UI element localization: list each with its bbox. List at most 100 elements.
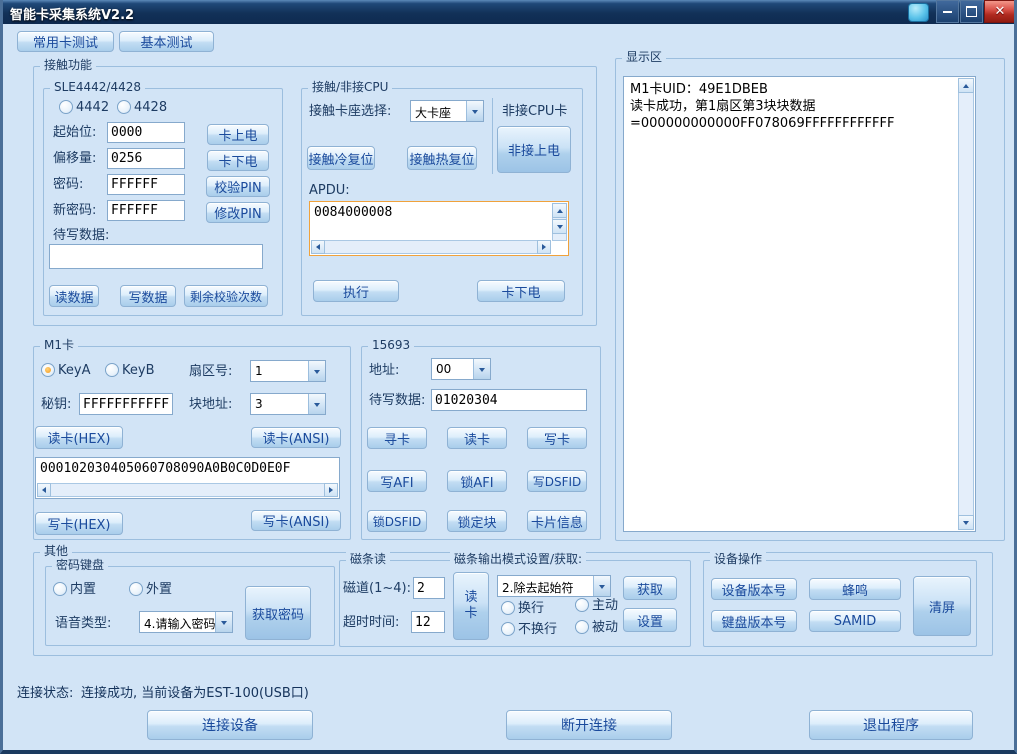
read-card-hex-button[interactable]: 读卡(HEX): [35, 426, 123, 449]
socket-combo-arrow-button[interactable]: [466, 101, 483, 121]
mag-set-button[interactable]: 设置: [623, 608, 677, 632]
read-card-ansi-button[interactable]: 读卡(ANSI): [251, 427, 341, 448]
minimize-button[interactable]: [936, 0, 959, 23]
m1-key-input[interactable]: [79, 393, 173, 415]
track-label: 磁道(1~4):: [343, 581, 411, 596]
display-area[interactable]: M1卡UID：49E1DBEB 读卡成功，第1扇区第3块块数据 =0000000…: [623, 76, 976, 532]
mag-read-button[interactable]: 读卡: [453, 572, 489, 640]
address-combo-arrow-button[interactable]: [473, 359, 490, 379]
keyboard-version-button[interactable]: 键盘版本号: [711, 610, 797, 632]
block-combo-arrow-button[interactable]: [308, 394, 325, 414]
execute-button[interactable]: 执行: [313, 280, 399, 302]
start-bit-label: 起始位:: [53, 125, 96, 140]
warm-reset-button[interactable]: 接触热复位: [407, 146, 477, 170]
card-power-on-button[interactable]: 卡上电: [207, 124, 269, 145]
disconnect-button[interactable]: 断开连接: [506, 710, 672, 740]
block-combo[interactable]: 3: [250, 393, 326, 415]
get-pin-button[interactable]: 获取密码: [245, 586, 311, 640]
sector-label: 扇区号:: [189, 364, 232, 379]
radio-4442[interactable]: [59, 100, 73, 114]
card-power-off-button[interactable]: 卡下电: [207, 150, 269, 171]
display-scroll-up-button[interactable]: [958, 78, 974, 93]
cold-reset-button[interactable]: 接触冷复位: [307, 146, 375, 170]
write-dsfid-button[interactable]: 写DSFID: [527, 470, 587, 492]
sector-value: 1: [251, 361, 308, 381]
tab-basic-test[interactable]: 基本测试: [119, 31, 214, 52]
socket-select-value: 大卡座: [411, 101, 466, 121]
close-button[interactable]: ✕: [984, 0, 1016, 23]
verify-pin-button[interactable]: 校验PIN: [206, 176, 270, 197]
m1-hscrollbar[interactable]: [37, 483, 338, 497]
read-data-button[interactable]: 读数据: [49, 285, 99, 307]
m1-scroll-left-button[interactable]: [37, 483, 51, 497]
voice-combo-arrow-button[interactable]: [215, 612, 232, 632]
cpu-power-off-button[interactable]: 卡下电: [477, 280, 565, 302]
tab-common-card-test[interactable]: 常用卡测试: [17, 31, 114, 52]
sector-combo[interactable]: 1: [250, 360, 326, 382]
maximize-button[interactable]: [960, 0, 983, 23]
track-input[interactable]: [413, 577, 445, 599]
mag-mode-combo[interactable]: 2.除去起始符: [497, 575, 611, 597]
m1-data-box[interactable]: 000102030405060708090A0B0C0D0E0F: [35, 457, 340, 499]
card-info-button[interactable]: 卡片信息: [527, 510, 587, 532]
apdu-scroll-left-button[interactable]: [311, 240, 325, 254]
m1-scroll-right-button[interactable]: [324, 483, 338, 497]
iso-write-data-input[interactable]: [431, 389, 587, 411]
contactless-cpu-label: 非接CPU卡: [502, 104, 567, 119]
radio-no-newline[interactable]: [501, 622, 515, 636]
apdu-input-box[interactable]: 0084000008: [309, 201, 569, 256]
tray-app-icon[interactable]: [908, 3, 929, 22]
app-window: 智能卡采集系统V2.2 ✕ 常用卡测试 基本测试 接触功能 SLE4442/44…: [0, 0, 1017, 754]
beep-button[interactable]: 蜂鸣: [809, 578, 901, 600]
apdu-scroll-up-button[interactable]: [552, 203, 567, 218]
radio-4428[interactable]: [117, 100, 131, 114]
exit-program-button[interactable]: 退出程序: [809, 710, 973, 740]
timeout-input[interactable]: [411, 611, 445, 633]
voice-type-label: 语音类型:: [55, 616, 111, 631]
start-bit-input[interactable]: [107, 122, 185, 143]
remaining-verify-count-button[interactable]: 剩余校验次数: [184, 285, 268, 307]
chevron-down-icon: [221, 621, 227, 628]
iso-write-button[interactable]: 写卡: [527, 427, 587, 449]
apdu-scroll-down-button[interactable]: [552, 219, 567, 234]
pin-input[interactable]: [107, 174, 185, 195]
connect-device-button[interactable]: 连接设备: [147, 710, 313, 740]
radio-no-newline-label: 不换行: [518, 622, 557, 637]
apdu-scroll-right-button[interactable]: [537, 240, 551, 254]
radio-external[interactable]: [129, 582, 143, 596]
lock-block-button[interactable]: 锁定块: [447, 510, 507, 532]
write-data-button[interactable]: 写数据: [120, 285, 176, 307]
iso-read-button[interactable]: 读卡: [447, 427, 507, 449]
display-scroll-down-button[interactable]: [958, 515, 974, 530]
sector-combo-arrow-button[interactable]: [308, 361, 325, 381]
offset-input[interactable]: [107, 148, 185, 169]
inventory-button[interactable]: 寻卡: [367, 427, 427, 449]
mag-get-button[interactable]: 获取: [623, 576, 677, 600]
radio-keya[interactable]: [41, 363, 55, 377]
voice-type-combo[interactable]: 4.请输入密码: [139, 611, 233, 633]
clear-screen-button[interactable]: 清屏: [913, 576, 971, 636]
write-card-ansi-button[interactable]: 写卡(ANSI): [251, 510, 341, 531]
address-combo[interactable]: 00: [431, 358, 491, 380]
lock-dsfid-button[interactable]: 锁DSFID: [367, 510, 427, 532]
radio-active-label: 主动: [592, 598, 618, 613]
new-pin-input[interactable]: [107, 200, 185, 221]
change-pin-button[interactable]: 修改PIN: [206, 202, 270, 223]
write-afi-button[interactable]: 写AFI: [367, 470, 427, 492]
device-version-button[interactable]: 设备版本号: [711, 578, 797, 600]
radio-passive[interactable]: [575, 620, 589, 634]
write-card-hex-button[interactable]: 写卡(HEX): [35, 512, 123, 535]
radio-keyb[interactable]: [105, 363, 119, 377]
lock-afi-button[interactable]: 锁AFI: [447, 470, 507, 492]
apdu-hscrollbar[interactable]: [311, 240, 551, 254]
socket-select-combo[interactable]: 大卡座: [410, 100, 484, 122]
display-vscrollbar[interactable]: [958, 78, 974, 530]
mag-mode-combo-arrow-button[interactable]: [593, 576, 610, 596]
contactless-power-on-button[interactable]: 非接上电: [497, 126, 571, 173]
radio-active[interactable]: [575, 598, 589, 612]
radio-newline[interactable]: [501, 601, 515, 615]
radio-internal[interactable]: [53, 582, 67, 596]
samid-button[interactable]: SAMID: [809, 610, 901, 632]
pin-label: 密码:: [53, 177, 83, 192]
write-data-input[interactable]: [49, 244, 263, 269]
